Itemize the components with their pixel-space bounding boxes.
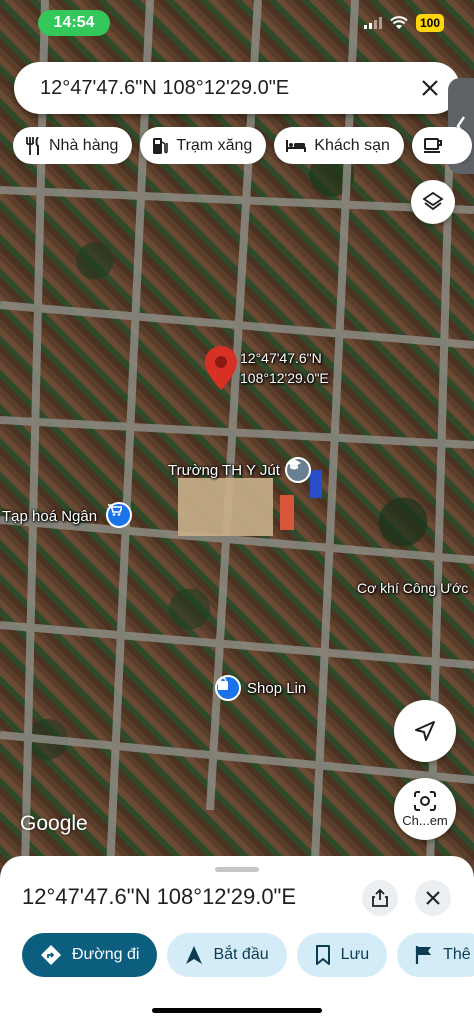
location-pin-icon[interactable] <box>205 346 237 390</box>
place-bottom-sheet[interactable]: 12°47'47.6"N 108°12'29.0"E Đường đi Bắt … <box>0 856 474 1024</box>
poi-school-label[interactable]: Trường TH Y Jút <box>168 462 280 479</box>
home-indicator[interactable] <box>152 1008 322 1013</box>
flag-icon <box>416 946 432 964</box>
lens-label: Ch...em <box>402 812 448 828</box>
status-icons: 100 <box>363 14 444 32</box>
chip-hotels[interactable]: Khách sạn <box>274 127 404 164</box>
chip-gas-stations[interactable]: Trạm xăng <box>140 127 267 164</box>
add-label-label: Thê <box>443 946 471 963</box>
close-search-icon[interactable] <box>416 74 444 102</box>
pin-coordinate-label-2: 108°12'29.0"E <box>240 370 329 386</box>
location-arrow-icon <box>415 721 435 741</box>
hotel-icon <box>286 139 307 152</box>
chip-label: Trạm xăng <box>176 136 253 154</box>
wifi-icon <box>390 16 408 29</box>
share-button[interactable] <box>362 880 398 916</box>
camera-lens-icon <box>414 790 436 811</box>
poi-shop-label[interactable]: Shop Lin <box>247 680 306 697</box>
my-location-button[interactable] <box>394 700 456 762</box>
chip-cafes[interactable] <box>411 127 472 164</box>
directions-icon <box>41 945 61 965</box>
status-bar: 14:54 100 <box>0 0 474 46</box>
google-logo: Google <box>20 812 88 835</box>
layers-button[interactable] <box>411 180 455 224</box>
restaurant-icon <box>26 136 39 155</box>
sheet-grabber[interactable] <box>215 867 259 872</box>
school-icon[interactable] <box>285 457 311 483</box>
poi-store-label[interactable]: Tạp hoá Ngân <box>2 508 97 525</box>
poi-workshop-label[interactable]: Cơ khí Công Ước <box>357 580 468 596</box>
chip-label: Nhà hàng <box>49 136 119 154</box>
navigation-arrow-icon <box>186 946 203 964</box>
search-query[interactable]: 12°47'47.6"N 108°12'29.0"E <box>40 77 416 100</box>
gas-station-icon <box>153 137 169 154</box>
action-buttons: Đường đi Bắt đầu Lưu Thê <box>22 933 474 977</box>
save-label: Lưu <box>340 946 370 963</box>
status-time: 14:54 <box>38 10 110 36</box>
directions-button[interactable]: Đường đi <box>22 933 158 977</box>
directions-label: Đường đi <box>72 946 140 963</box>
lens-button[interactable]: Ch...em <box>394 778 456 840</box>
search-bar[interactable]: 12°47'47.6"N 108°12'29.0"E <box>14 62 460 114</box>
close-sheet-button[interactable] <box>415 880 451 916</box>
close-icon <box>426 891 440 905</box>
category-chips: Nhà hàng Trạm xăng Khách sạn <box>13 127 474 164</box>
coffee-icon <box>423 137 442 153</box>
start-button[interactable]: Bắt đầu <box>167 933 287 977</box>
layers-icon <box>422 191 444 211</box>
chip-restaurants[interactable]: Nhà hàng <box>13 127 133 164</box>
battery-indicator: 100 <box>415 14 444 32</box>
add-label-button[interactable]: Thê <box>397 933 474 977</box>
share-icon <box>372 889 388 907</box>
pin-coordinate-label-1: 12°47'47.6"N <box>240 350 322 366</box>
shopping-cart-icon[interactable] <box>106 502 132 528</box>
start-label: Bắt đầu <box>213 946 269 963</box>
bookmark-icon <box>315 945 330 965</box>
shopping-bag-icon[interactable] <box>215 675 241 701</box>
save-button[interactable]: Lưu <box>296 933 388 977</box>
place-title: 12°47'47.6"N 108°12'29.0"E <box>22 884 297 909</box>
signal-icon <box>363 17 382 29</box>
chip-label: Khách sạn <box>314 136 390 154</box>
